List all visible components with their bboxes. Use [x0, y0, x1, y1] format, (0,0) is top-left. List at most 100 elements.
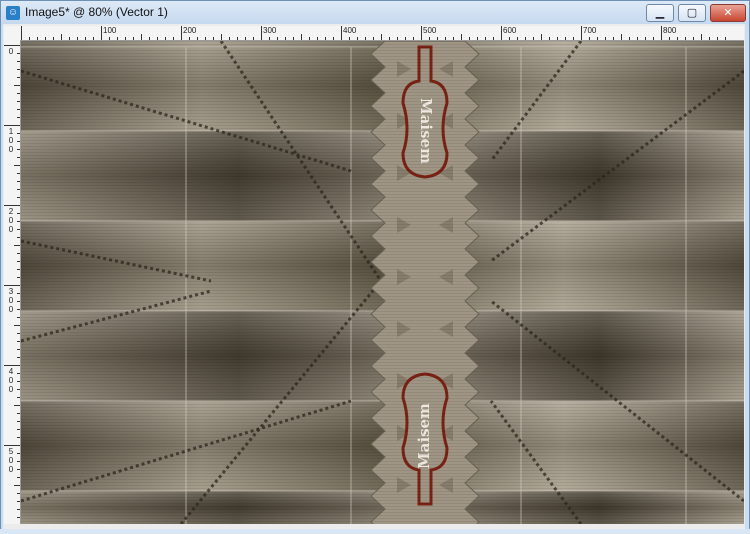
ruler-tick [14, 165, 20, 166]
ruler-tick [213, 37, 214, 40]
ruler-tick [85, 37, 86, 40]
ruler-tick [17, 381, 20, 382]
ruler-tick [17, 429, 20, 430]
ruler-label: 800 [663, 26, 677, 35]
window-bottom-border [0, 529, 750, 534]
ruler-tick [165, 37, 166, 40]
ruler-tick [17, 333, 20, 334]
ruler-tick [333, 37, 334, 40]
ruler-tick [17, 149, 20, 150]
app-icon: ☺ [6, 6, 20, 20]
vertical-ruler: 0100200300400500 [4, 40, 21, 524]
ruler-tick [4, 285, 20, 286]
ruler-tick [17, 133, 20, 134]
ruler-tick [653, 37, 654, 40]
ruler-tick [197, 37, 198, 40]
ruler-label: 0 [8, 296, 14, 305]
ruler-tick [589, 37, 590, 40]
ruler-tick [17, 517, 20, 518]
ruler-tick [17, 213, 20, 214]
ruler-label: 100 [103, 26, 117, 35]
ruler-tick [17, 373, 20, 374]
ruler-tick [149, 37, 150, 40]
image-canvas[interactable]: MaisemMaisem [21, 41, 744, 524]
ruler-tick [245, 37, 246, 40]
ruler-tick [285, 37, 286, 40]
ruler-label: 0 [8, 385, 14, 394]
ruler-tick [14, 485, 20, 486]
ruler-tick [14, 85, 20, 86]
ruler-tick [77, 37, 78, 40]
ruler-tick [669, 37, 670, 40]
ruler-tick [493, 37, 494, 40]
ruler-tick [17, 453, 20, 454]
ruler-tick [14, 245, 20, 246]
ruler-tick [17, 501, 20, 502]
ruler-tick [221, 34, 222, 40]
ruler-tick [381, 34, 382, 40]
ruler-tick [509, 37, 510, 40]
ruler-tick [253, 37, 254, 40]
ruler-tick [17, 221, 20, 222]
ruler-tick [17, 421, 20, 422]
ruler-tick [14, 325, 20, 326]
ruler-label: 1 [8, 127, 14, 136]
ruler-tick [413, 37, 414, 40]
ruler-tick [357, 37, 358, 40]
ruler-tick [269, 37, 270, 40]
ruler-tick [397, 37, 398, 40]
ruler-tick [17, 461, 20, 462]
ruler-label: 300 [263, 26, 277, 35]
maximize-button[interactable]: ▢ [678, 4, 706, 22]
ruler-tick [17, 269, 20, 270]
ruler-tick [501, 26, 502, 40]
ruler-label: 4 [8, 367, 14, 376]
ruler-tick [549, 37, 550, 40]
ruler-tick [701, 34, 702, 40]
ruler-tick [17, 341, 20, 342]
title-bar[interactable]: ☺ Image5* @ 80% (Vector 1) ▁ ▢ ✕ [1, 1, 749, 25]
ruler-tick [17, 53, 20, 54]
ruler-tick [17, 493, 20, 494]
ruler-tick [17, 349, 20, 350]
ruler-tick [17, 109, 20, 110]
ruler-tick [565, 37, 566, 40]
ruler-label: 0 [8, 216, 14, 225]
horizontal-ruler: 100 200 300 400 500 600 700 800 [4, 26, 744, 41]
minimize-button[interactable]: ▁ [646, 4, 674, 22]
ruler-tick [469, 37, 470, 40]
ruler-tick [17, 397, 20, 398]
ruler-tick [117, 37, 118, 40]
ruler-tick [325, 37, 326, 40]
ruler-tick [301, 34, 302, 40]
ruler-tick [93, 37, 94, 40]
ruler-label: 0 [8, 145, 14, 154]
ruler-tick [445, 37, 446, 40]
ruler-tick [125, 37, 126, 40]
window-title: Image5* @ 80% (Vector 1) [25, 5, 168, 19]
ruler-tick [605, 37, 606, 40]
ruler-label: 0 [8, 465, 14, 474]
ruler-tick [37, 37, 38, 40]
ruler-tick [14, 405, 20, 406]
ruler-tick [189, 37, 190, 40]
ruler-tick [17, 301, 20, 302]
ruler-tick [429, 37, 430, 40]
ruler-tick [4, 365, 20, 366]
ruler-label: 0 [8, 136, 14, 145]
ruler-tick [317, 37, 318, 40]
close-button[interactable]: ✕ [710, 4, 746, 22]
ruler-label: 0 [8, 47, 14, 56]
ruler-label: 0 [8, 376, 14, 385]
ruler-tick [101, 26, 102, 40]
ruler-tick [485, 37, 486, 40]
ruler-tick [17, 189, 20, 190]
ruler-tick [405, 37, 406, 40]
ruler-tick [109, 37, 110, 40]
ruler-tick [573, 37, 574, 40]
ruler-label: 0 [8, 225, 14, 234]
ruler-tick [141, 34, 142, 40]
ruler-tick [389, 37, 390, 40]
ruler-tick [437, 37, 438, 40]
ruler-tick [17, 437, 20, 438]
